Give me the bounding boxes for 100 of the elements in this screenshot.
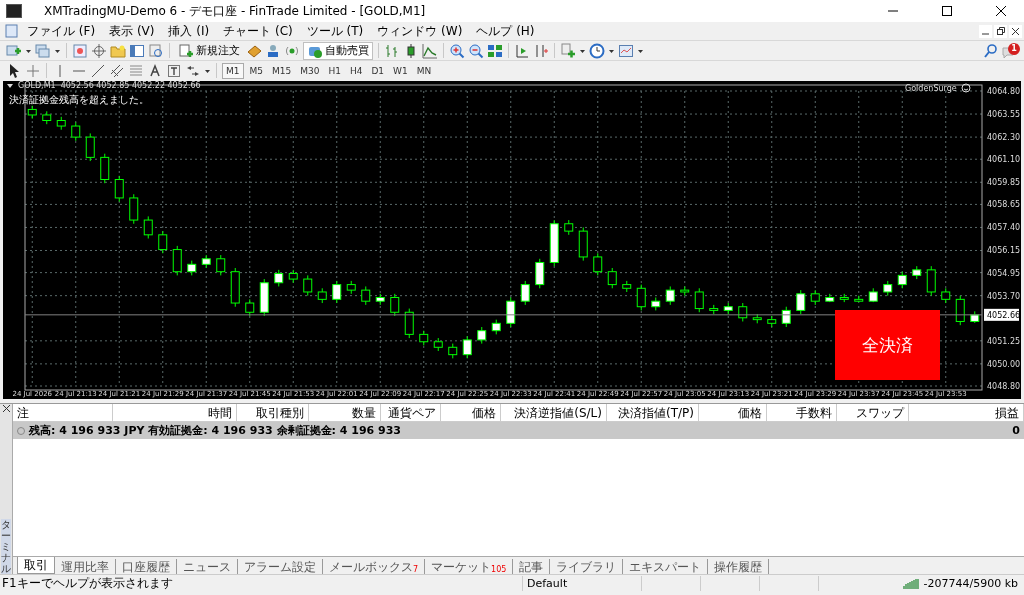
price-tick: 4058.65: [987, 200, 1021, 210]
chart-symbol: GOLD,M1: [18, 81, 56, 90]
candlestick: [752, 313, 762, 324]
candlestick: [665, 285, 675, 306]
zoom-out-icon[interactable]: [468, 42, 484, 59]
candlestick: [810, 289, 820, 306]
candlestick: [622, 280, 632, 293]
menu-item[interactable]: ツール (T): [299, 22, 371, 40]
restore-icon[interactable]: [996, 27, 1005, 35]
menu-item[interactable]: ヘルプ (H): [469, 22, 542, 40]
terminal-tab[interactable]: エキスパート: [623, 559, 709, 574]
candlestick: [680, 285, 690, 297]
timeframe-button[interactable]: H1: [325, 62, 344, 79]
crosshair-icon[interactable]: [91, 42, 107, 59]
expert-name: GoldenSurge: [905, 83, 957, 93]
close-icon[interactable]: [996, 6, 1006, 16]
candlestick: [201, 254, 211, 269]
candlestick: [172, 245, 182, 276]
candlestick: [85, 132, 95, 162]
person-icon[interactable]: [265, 42, 281, 59]
channel-icon[interactable]: [109, 62, 125, 79]
bar-chart-icon[interactable]: [384, 42, 400, 59]
candlestick: [448, 343, 458, 359]
candlestick: [346, 280, 356, 295]
candlestick: [564, 219, 574, 236]
candlestick: [42, 110, 52, 125]
price-tick: 4057.40: [987, 223, 1021, 233]
menu-item[interactable]: ウィンドウ (W): [370, 22, 470, 40]
terminal-tab[interactable]: 運用比率: [55, 559, 116, 574]
smiley-icon[interactable]: [960, 83, 971, 93]
candlestick: [317, 287, 327, 304]
zoom-in-icon[interactable]: [449, 42, 465, 59]
price-tick: 4064.80: [987, 87, 1021, 96]
tile-windows-icon[interactable]: [487, 42, 503, 59]
terminal-tab[interactable]: ニュース: [177, 559, 238, 574]
text-label-icon[interactable]: [166, 62, 182, 79]
alert-message: 決済証拠金残高を超えました。: [9, 93, 149, 107]
terminal-tab[interactable]: 取引: [17, 557, 55, 574]
menu-item[interactable]: チャート (C): [216, 22, 300, 40]
timeframe-button[interactable]: MN: [413, 62, 435, 79]
terminal-tab[interactable]: メールボックス7: [323, 559, 426, 574]
profile-name: Default: [522, 576, 641, 591]
candlestick: [433, 337, 443, 352]
trendline-icon[interactable]: [90, 62, 106, 79]
menu-item[interactable]: 挿入 (I): [161, 22, 217, 40]
terminal-tab[interactable]: 口座履歴: [116, 559, 177, 574]
candlestick: [143, 215, 153, 239]
navigator-icon[interactable]: [129, 42, 145, 59]
new-order-button[interactable]: 新規注文: [175, 41, 243, 60]
candlestick: [404, 308, 414, 339]
timeframe-button[interactable]: H4: [346, 62, 366, 79]
close-icon[interactable]: [2, 405, 10, 412]
close-icon[interactable]: [1012, 27, 1019, 35]
candlestick: [129, 193, 139, 225]
candlestick: [651, 297, 661, 311]
candlestick: [839, 293, 849, 303]
timeframe-button[interactable]: M1: [222, 62, 244, 79]
app-logo-icon: [6, 4, 22, 18]
connection-bars-icon: [903, 577, 920, 590]
template-icon[interactable]: [618, 42, 634, 59]
candlestick: [419, 330, 429, 346]
candlestick: [506, 297, 516, 328]
menu-arrow-icon[interactable]: [7, 83, 13, 88]
candlestick: [27, 105, 37, 120]
candlestick: [187, 260, 197, 276]
terminal-tab[interactable]: 記事: [513, 559, 551, 574]
status-help-text: F1キーでヘルプが表示されます: [1, 575, 174, 592]
terminal-tab[interactable]: アラーム設定: [238, 559, 323, 574]
menu-item[interactable]: ファイル (F): [20, 22, 103, 40]
terminal-tab[interactable]: ライブラリ: [550, 559, 624, 574]
maximize-icon[interactable]: [942, 6, 952, 16]
menu-item[interactable]: 表示 (V): [102, 22, 162, 40]
terminal-tab[interactable]: マーケット 105: [425, 559, 514, 574]
candlestick: [274, 269, 284, 287]
timeframe-button[interactable]: D1: [368, 62, 388, 79]
candlestick: [897, 271, 907, 289]
traffic-text: -207744/5900 kb: [923, 577, 1018, 590]
price-tick: 4050.00: [987, 359, 1021, 369]
chart-shift-icon[interactable]: [514, 42, 530, 59]
candlestick: [796, 289, 806, 315]
candlestick: [738, 302, 748, 322]
candlestick: [912, 265, 922, 280]
price-tick: 4048.80: [987, 382, 1021, 391]
candlestick: [578, 226, 588, 262]
search-icon[interactable]: [983, 42, 999, 59]
auto-trading-button[interactable]: 自動売買: [303, 41, 373, 60]
line-chart-icon[interactable]: [422, 42, 438, 59]
candlestick: [375, 293, 385, 306]
timeframe-button[interactable]: M30: [297, 62, 323, 79]
terminal-tab[interactable]: 操作履歴: [708, 559, 770, 574]
candlestick: [100, 153, 110, 184]
close-all-button[interactable]: 全決済: [835, 310, 940, 380]
timeframe-button[interactable]: M5: [246, 62, 266, 79]
candlestick: [158, 230, 168, 254]
text-tool-icon[interactable]: [147, 62, 163, 79]
candlestick: [723, 302, 733, 315]
timeframe-button[interactable]: M15: [269, 62, 295, 79]
timeframe-button[interactable]: W1: [390, 62, 411, 79]
candlestick: [607, 267, 617, 289]
clock-icon[interactable]: [589, 42, 605, 59]
